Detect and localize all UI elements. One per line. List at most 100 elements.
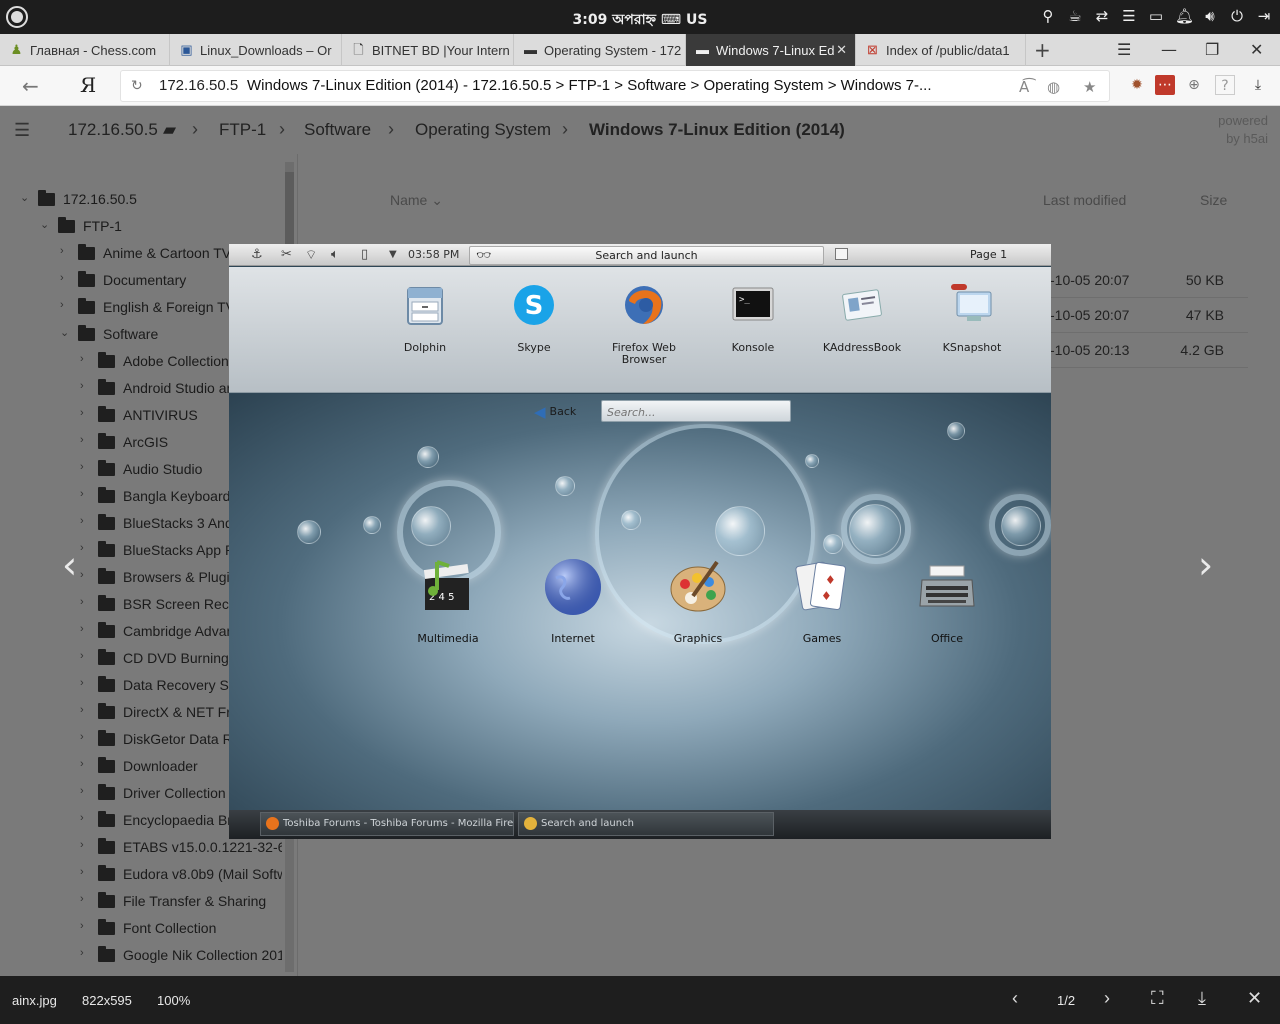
tab-windows7-linux[interactable]: ▬ Windows 7-Linux Ed ✕: [686, 34, 856, 66]
chevron-right-icon[interactable]: ›: [60, 272, 72, 284]
tab-linux-downloads[interactable]: ▣ Linux_Downloads – Or: [170, 34, 342, 66]
chevron-down-icon[interactable]: ⌄: [20, 191, 32, 204]
chevron-right-icon[interactable]: ›: [80, 515, 92, 527]
chevron-right-icon[interactable]: ›: [80, 353, 92, 365]
crumb-operating-system[interactable]: Operating System: [415, 120, 551, 140]
close-window-button[interactable]: ✕: [1250, 40, 1263, 59]
reload-icon[interactable]: ↻: [131, 78, 143, 94]
fav-firefox[interactable]: Firefox Web Browser: [599, 279, 689, 366]
battery-icon[interactable]: ▯: [361, 247, 368, 262]
scissors-icon[interactable]: ✂: [281, 247, 292, 262]
fav-ksnapshot[interactable]: KSnapshot: [927, 279, 1017, 354]
protect-icon[interactable]: ◍: [1047, 78, 1060, 96]
launcher-search-input[interactable]: [602, 402, 786, 423]
chevron-right-icon[interactable]: ›: [80, 380, 92, 392]
chevron-down-icon[interactable]: ⌄: [40, 218, 52, 231]
fav-konsole[interactable]: >_ Konsole: [708, 279, 798, 354]
anchor-icon[interactable]: ⚓: [251, 247, 263, 262]
browser-menu-icon[interactable]: ☰: [1117, 40, 1131, 59]
tree-item[interactable]: › Eudora v8.0b9 (Mail Softwa: [80, 862, 282, 889]
url-field[interactable]: ↻ 172.16.50.5 Windows 7-Linux Edition (2…: [120, 70, 1110, 102]
crumb-host[interactable]: 172.16.50.5: [68, 120, 158, 140]
bookmark-star-icon[interactable]: ★: [1083, 78, 1096, 96]
downloads-icon[interactable]: ⤓: [1248, 75, 1268, 95]
taskbar-search-and-launch[interactable]: Search and launch: [518, 812, 774, 836]
crumb-ftp1[interactable]: FTP-1: [219, 120, 266, 140]
volume-icon[interactable]: 🔊︎: [1202, 7, 1218, 25]
chevron-right-icon[interactable]: ›: [80, 812, 92, 824]
fav-kaddressbook[interactable]: KAddressBook: [817, 279, 907, 354]
previous-image-arrow[interactable]: ‹: [62, 543, 77, 587]
page-box-icon[interactable]: [835, 248, 848, 260]
help-extension-icon[interactable]: ?: [1215, 75, 1235, 95]
tree-item-ftp1[interactable]: ⌄ FTP-1: [40, 214, 322, 241]
chevron-right-icon[interactable]: ›: [80, 650, 92, 662]
chevron-right-icon[interactable]: ›: [80, 893, 92, 905]
bell-icon[interactable]: 🔔︎: [1175, 7, 1194, 25]
category-graphics[interactable]: Graphics: [648, 556, 748, 645]
tree-item[interactable]: › ETABS v15.0.0.1221-32-64 B: [80, 835, 282, 862]
list-icon[interactable]: ☰: [1121, 7, 1137, 25]
translate-icon[interactable]: A͡: [1019, 78, 1029, 96]
back-button[interactable]: ←: [22, 74, 39, 98]
fullscreen-icon[interactable]: ⛶: [1151, 988, 1164, 1009]
preview-image[interactable]: ⚓ ✂ ⌔ 🔈︎ ▯ ▼ 03:58 PM 👓︎ Search and laun…: [229, 244, 1051, 839]
chevron-right-icon[interactable]: ›: [80, 488, 92, 500]
previous-icon[interactable]: ‹: [1012, 988, 1018, 1009]
tab-operating-system[interactable]: ▬ Operating System - 172: [514, 34, 686, 66]
chevron-down-icon[interactable]: ▼: [389, 249, 397, 260]
download-icon[interactable]: ⤓: [1198, 988, 1206, 1009]
powered-by[interactable]: powered by h5ai: [1218, 112, 1268, 148]
transfer-icon[interactable]: ⇄: [1094, 7, 1110, 25]
chevron-right-icon[interactable]: ›: [80, 785, 92, 797]
crumb-software[interactable]: Software: [304, 120, 371, 140]
tree-item[interactable]: › Font Collection: [80, 916, 282, 943]
chevron-right-icon[interactable]: ›: [80, 758, 92, 770]
chevron-right-icon[interactable]: ›: [80, 542, 92, 554]
taskbar-firefox-window[interactable]: Toshiba Forums - Toshiba Forums - Mozill…: [260, 812, 514, 836]
chevron-right-icon[interactable]: ›: [80, 947, 92, 959]
chevron-right-icon[interactable]: ›: [80, 677, 92, 689]
folder-icon[interactable]: ▰: [163, 120, 176, 140]
chevron-right-icon[interactable]: ›: [80, 866, 92, 878]
chevron-right-icon[interactable]: ›: [80, 461, 92, 473]
tree-item-root[interactable]: ⌄ 172.16.50.5: [20, 187, 302, 214]
launcher-search[interactable]: [601, 400, 791, 423]
maximize-button[interactable]: ❐: [1205, 40, 1219, 59]
category-office[interactable]: Office: [897, 556, 997, 645]
column-size-header[interactable]: Size: [1200, 192, 1227, 208]
chevron-right-icon[interactable]: ›: [60, 245, 72, 257]
new-tab-button[interactable]: +: [1034, 38, 1051, 62]
download-circle-icon[interactable]: ⊕: [1184, 75, 1204, 95]
column-modified-header[interactable]: Last modified: [1043, 192, 1126, 208]
chevron-right-icon[interactable]: ›: [80, 596, 92, 608]
tab-chess[interactable]: ♟ Главная - Chess.com: [0, 34, 170, 66]
tree-item[interactable]: › Google Nik Collection 2016: [80, 943, 282, 970]
chevron-right-icon[interactable]: ›: [80, 434, 92, 446]
wifi-icon[interactable]: ⌔: [305, 247, 317, 263]
chevron-right-icon[interactable]: ›: [60, 299, 72, 311]
search-and-launch-bar[interactable]: 👓︎ Search and launch: [469, 246, 824, 265]
crumb-current[interactable]: Windows 7-Linux Edition (2014): [589, 120, 845, 140]
tree-item[interactable]: › File Transfer & Sharing: [80, 889, 282, 916]
close-tab-icon[interactable]: ✕: [836, 42, 847, 58]
sidebar-toggle-icon[interactable]: ☰: [14, 120, 30, 141]
chevron-right-icon[interactable]: ›: [80, 731, 92, 743]
chevron-right-icon[interactable]: ›: [80, 623, 92, 635]
category-internet[interactable]: Internet: [523, 556, 623, 645]
chevron-down-icon[interactable]: ⌄: [60, 326, 72, 339]
chevron-right-icon[interactable]: ›: [80, 569, 92, 581]
fav-dolphin[interactable]: Dolphin: [380, 279, 470, 354]
minimize-button[interactable]: —: [1161, 40, 1177, 59]
folder-icon[interactable]: ▭: [1148, 7, 1164, 25]
back-button[interactable]: ◀ Back: [534, 403, 576, 421]
more-extension-icon[interactable]: ⋯: [1155, 75, 1175, 95]
power-icon[interactable]: ⏻: [1229, 7, 1245, 25]
fav-skype[interactable]: S Skype: [489, 279, 579, 354]
chevron-right-icon[interactable]: ›: [80, 839, 92, 851]
bug-extension-icon[interactable]: ✹: [1127, 75, 1147, 95]
category-games[interactable]: ♦ ♦ Games: [772, 556, 872, 645]
chevron-right-icon[interactable]: ›: [80, 407, 92, 419]
exit-icon[interactable]: ⇥: [1256, 7, 1272, 25]
chevron-right-icon[interactable]: ›: [80, 704, 92, 716]
